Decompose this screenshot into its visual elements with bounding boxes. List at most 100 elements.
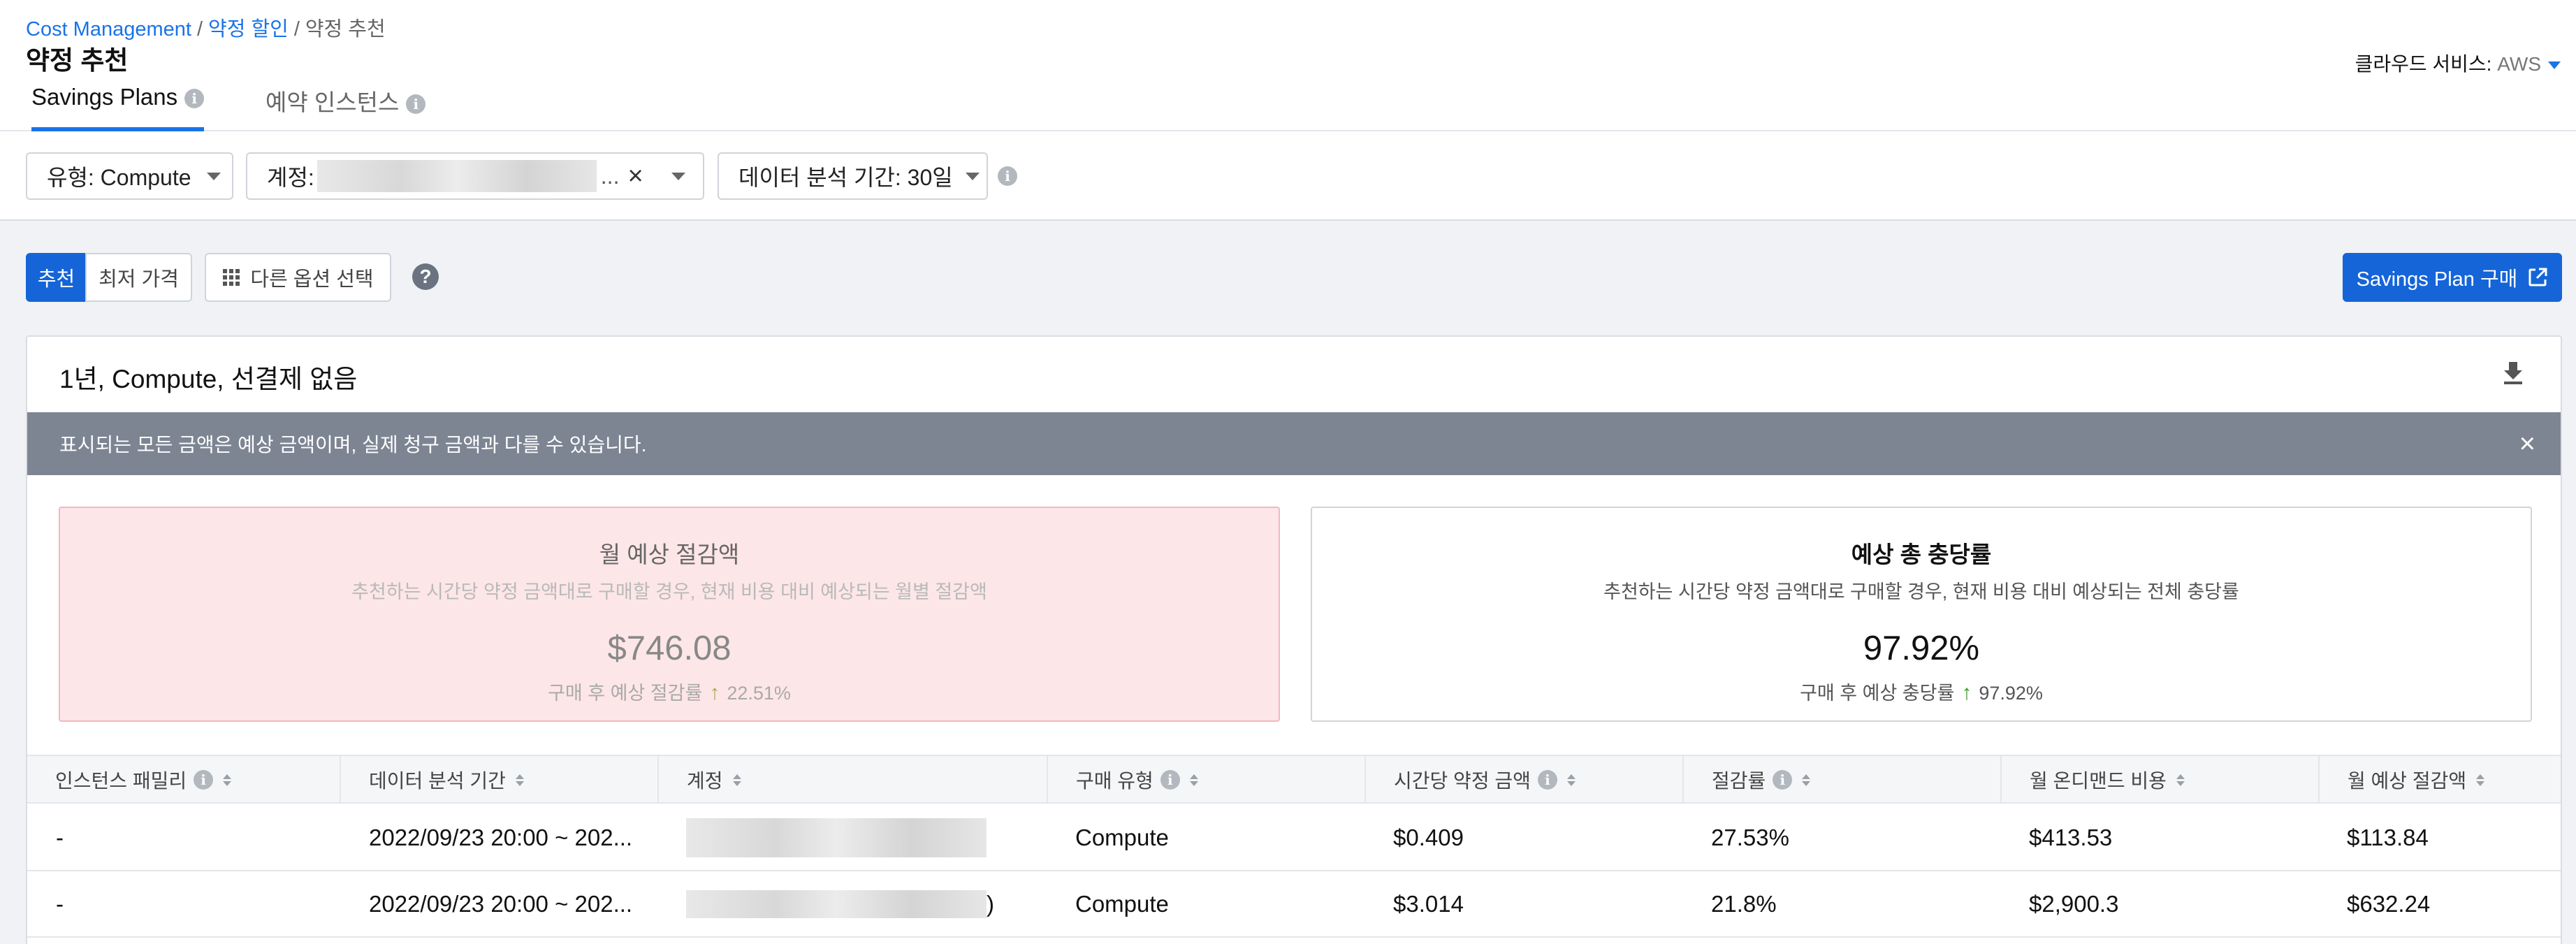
stat-value: $746.08	[607, 630, 732, 667]
cloud-service-label: 클라우드 서비스:	[2355, 53, 2492, 75]
arrow-up-icon: ↑	[1961, 681, 1972, 704]
cell-account	[686, 805, 987, 870]
cloud-service-selector[interactable]: 클라우드 서비스: AWS	[2355, 49, 2561, 77]
sort-icon[interactable]	[223, 774, 232, 786]
column-label: 시간당 약정 금액	[1394, 770, 1531, 792]
table-header: 인스턴스 패밀리 i 데이터 분석 기간 계정 구매 유형 i 시간당 약정 금액 i…	[27, 755, 2561, 804]
card-title: 1년, Compute, 선결제 없음	[59, 365, 358, 393]
cell-savings-rate: 27.53%	[1711, 824, 1789, 850]
help-icon[interactable]: ?	[412, 263, 439, 290]
tab-reserved-instances[interactable]: 예약 인스턴스 i	[265, 84, 426, 131]
page-title: 약정 추천	[26, 46, 129, 75]
cell-analysis-period: 2022/09/23 20:00 ~ 202...	[369, 890, 633, 917]
breadcrumb-link-cost-management[interactable]: Cost Management	[26, 18, 191, 41]
monthly-savings-stat: 월 예상 절감액 추천하는 시간당 약정 금액대로 구매할 경우, 현재 비용 …	[59, 507, 1280, 722]
segment-recommended[interactable]: 추천	[26, 253, 87, 302]
stat-title: 예상 총 충당률	[1851, 542, 1992, 567]
column-header-account[interactable]: 계정	[657, 756, 1047, 804]
caret-down-icon	[2548, 61, 2561, 70]
breadcrumb-current: 약정 추천	[305, 18, 386, 41]
info-icon[interactable]: i	[1160, 770, 1180, 790]
arrow-up-icon: ↑	[709, 681, 720, 704]
stat-footer: 구매 후 예상 절감률 ↑ 22.51%	[60, 678, 1279, 705]
account-redacted-value	[686, 889, 987, 918]
info-icon[interactable]: i	[194, 770, 214, 790]
segment-lowest-price[interactable]: 최저 가격	[85, 253, 192, 302]
info-icon[interactable]: i	[1773, 770, 1793, 790]
stat-footer-value: 97.92%	[1979, 683, 2043, 704]
column-header-instance-family[interactable]: 인스턴스 패밀리 i	[27, 756, 340, 804]
table-row[interactable]: - 2022/09/23 20:00 ~ 202... Compute $0.4…	[27, 805, 2561, 871]
coverage-stat: 예상 총 충당률 추천하는 시간당 약정 금액대로 구매할 경우, 현재 비용 …	[1311, 507, 2532, 722]
column-header-monthly-savings[interactable]: 월 예상 절감액	[2318, 756, 2561, 804]
info-icon[interactable]: i	[406, 94, 426, 115]
buy-savings-plan-label: Savings Plan 구매	[2356, 268, 2518, 291]
sort-icon[interactable]	[1566, 774, 1576, 786]
sort-icon[interactable]	[2176, 774, 2185, 786]
cell-purchase-type: Compute	[1075, 824, 1169, 850]
filter-bar: 유형: Compute 계정: ... × 데이터 분석 기간: 30일 i	[0, 131, 2576, 221]
cloud-service-value: AWS	[2497, 53, 2541, 75]
cell-instance-family: -	[56, 890, 64, 917]
breadcrumb-link-commitment-discount[interactable]: 약정 할인	[208, 18, 289, 41]
sort-icon[interactable]	[515, 774, 524, 786]
close-icon[interactable]: ×	[2519, 430, 2535, 458]
cell-instance-family: -	[56, 824, 64, 850]
stat-value: 97.92%	[1863, 630, 1980, 667]
cell-hourly-commitment: $3.014	[1393, 890, 1464, 917]
other-options-button[interactable]: 다른 옵션 선택	[205, 253, 391, 302]
caret-down-icon	[206, 172, 221, 180]
info-icon[interactable]: i	[998, 166, 1017, 186]
cell-monthly-ondemand: $413.53	[2029, 824, 2113, 850]
account-redacted-value	[316, 160, 597, 192]
account-select-label: 계정:	[267, 165, 314, 190]
account-select[interactable]: 계정: ... ×	[246, 152, 704, 200]
column-label: 인스턴스 패밀리	[55, 770, 187, 792]
stat-footer-label: 구매 후 예상 절감률	[548, 683, 703, 704]
cell-account: )	[686, 871, 994, 936]
column-header-monthly-ondemand[interactable]: 월 온디맨드 비용	[2000, 756, 2318, 804]
analysis-period-value: 데이터 분석 기간: 30일	[738, 165, 953, 190]
analysis-period-select[interactable]: 데이터 분석 기간: 30일	[718, 152, 988, 200]
breadcrumb: Cost Management / 약정 할인 / 약정 추천	[26, 13, 386, 42]
column-header-hourly-commitment[interactable]: 시간당 약정 금액 i	[1365, 756, 1682, 804]
info-icon[interactable]: i	[1537, 770, 1557, 790]
account-ellipsis: ...	[600, 163, 620, 189]
column-header-savings-rate[interactable]: 절감률 i	[1682, 756, 2000, 804]
breadcrumb-separator: /	[293, 18, 300, 41]
cell-monthly-savings: $632.24	[2347, 890, 2431, 917]
column-label: 월 예상 절감액	[2348, 770, 2467, 792]
external-link-icon	[2528, 268, 2547, 286]
buy-savings-plan-button[interactable]: Savings Plan 구매	[2343, 253, 2562, 302]
notice-banner: 표시되는 모든 금액은 예상 금액이며, 실제 청구 금액과 다를 수 있습니다…	[27, 412, 2561, 475]
tab-savings-plans[interactable]: Savings Plans i	[31, 84, 205, 131]
caret-down-icon	[671, 172, 685, 180]
cell-monthly-ondemand: $2,900.3	[2029, 890, 2119, 917]
column-label: 월 온디맨드 비용	[2030, 770, 2167, 792]
tab-label: Savings Plans	[31, 84, 178, 110]
account-redacted-value	[686, 818, 987, 857]
type-select-value: 유형: Compute	[47, 165, 191, 190]
stat-title: 월 예상 절감액	[599, 542, 740, 567]
cell-hourly-commitment: $0.409	[1393, 824, 1464, 850]
tab-label: 예약 인스턴스	[265, 89, 400, 115]
table-row[interactable]: - 2022/09/23 20:00 ~ 202... ) Compute $3…	[27, 871, 2561, 938]
sort-icon[interactable]	[1802, 774, 1811, 786]
sort-icon[interactable]	[732, 774, 741, 786]
column-header-analysis-period[interactable]: 데이터 분석 기간	[340, 756, 657, 804]
column-label: 계정	[687, 770, 723, 792]
stat-footer-value: 22.51%	[727, 683, 791, 704]
cell-purchase-type: Compute	[1075, 890, 1169, 917]
type-select[interactable]: 유형: Compute	[26, 152, 233, 200]
info-icon[interactable]: i	[184, 89, 205, 109]
clear-icon[interactable]: ×	[627, 161, 643, 191]
stat-subtitle: 추천하는 시간당 약정 금액대로 구매할 경우, 현재 비용 대비 예상되는 전…	[1603, 581, 2239, 602]
cell-monthly-savings: $113.84	[2347, 824, 2429, 850]
download-icon[interactable]	[2499, 358, 2527, 386]
column-label: 구매 유형	[1076, 770, 1154, 792]
sort-icon[interactable]	[2476, 774, 2485, 786]
notice-text: 표시되는 모든 금액은 예상 금액이며, 실제 청구 금액과 다를 수 있습니다…	[59, 434, 647, 456]
other-options-label: 다른 옵션 선택	[250, 268, 374, 291]
sort-icon[interactable]	[1189, 774, 1198, 786]
column-header-purchase-type[interactable]: 구매 유형 i	[1047, 756, 1365, 804]
